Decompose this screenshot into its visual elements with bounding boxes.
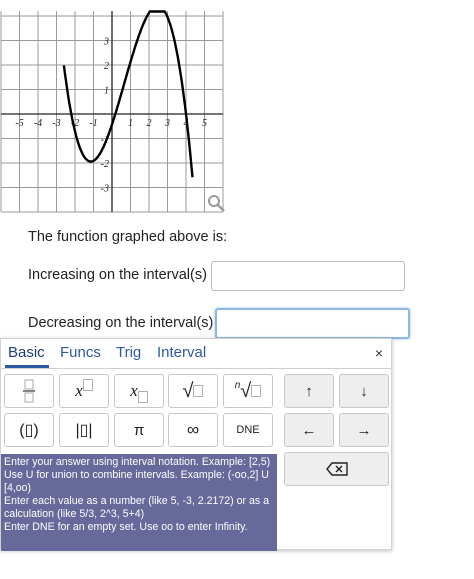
sqrt-placeholder bbox=[193, 385, 204, 397]
function-graph: -5 -4 -3 -2 -1 1 2 3 4 5321-1-2-3 bbox=[0, 10, 225, 213]
x-tick-label: 3 bbox=[164, 118, 170, 129]
y-tick-label: 3 bbox=[103, 37, 109, 48]
graph-axes bbox=[1, 11, 223, 212]
x-tick-label: -3 bbox=[52, 118, 60, 129]
parentheses-key[interactable]: (▯) bbox=[4, 413, 54, 447]
decreasing-label: Decreasing on the interval(s) bbox=[28, 315, 214, 331]
y-tick-label: 2 bbox=[104, 61, 109, 72]
y-tick-label: -3 bbox=[101, 184, 109, 195]
fraction-icon bbox=[23, 379, 35, 403]
tab-funcs[interactable]: Funcs bbox=[60, 344, 101, 361]
x-tick-label: 1 bbox=[128, 118, 133, 129]
power-key[interactable]: x bbox=[59, 374, 109, 408]
keypad-tabs: Basic Funcs Trig Interval × bbox=[1, 339, 391, 369]
x-tick-label: 5 bbox=[202, 118, 207, 129]
sqrt-key[interactable]: √ bbox=[168, 374, 218, 408]
backspace-icon bbox=[325, 462, 348, 476]
function-curve bbox=[62, 10, 194, 178]
backspace-key[interactable] bbox=[284, 452, 389, 486]
input-instructions: Enter your answer using interval notatio… bbox=[1, 454, 277, 551]
up-arrow-icon: ↑ bbox=[305, 382, 313, 400]
decreasing-input[interactable] bbox=[215, 308, 410, 339]
down-arrow-key[interactable]: ↓ bbox=[339, 374, 389, 408]
pi-key[interactable]: π bbox=[114, 413, 164, 447]
subscript-key[interactable]: x bbox=[114, 374, 164, 408]
up-arrow-key[interactable]: ↑ bbox=[284, 374, 334, 408]
y-tick-label: 1 bbox=[104, 86, 109, 97]
close-keypad-button[interactable]: × bbox=[375, 345, 383, 361]
parentheses-icon: (▯) bbox=[19, 422, 39, 439]
tabs-divider bbox=[1, 368, 391, 369]
dne-label: DNE bbox=[236, 424, 260, 436]
magnifier-icon[interactable] bbox=[208, 195, 225, 212]
nth-root-placeholder bbox=[251, 385, 262, 397]
y-tick-label: -2 bbox=[101, 159, 109, 170]
absolute-value-icon: |▯| bbox=[75, 422, 93, 439]
tab-trig[interactable]: Trig bbox=[116, 344, 141, 361]
left-arrow-icon: ← bbox=[301, 421, 317, 439]
tab-interval[interactable]: Interval bbox=[157, 344, 206, 361]
pi-icon: π bbox=[133, 421, 145, 439]
x-tick-label: -4 bbox=[34, 118, 42, 129]
power-base: x bbox=[75, 381, 83, 400]
subscript-base: x bbox=[130, 381, 138, 400]
increasing-label: Increasing on the interval(s) bbox=[28, 267, 207, 283]
sqrt-icon: √ bbox=[182, 379, 194, 402]
absolute-value-key[interactable]: |▯| bbox=[59, 413, 109, 447]
instruction-line: Use U for union to combine intervals. Ex… bbox=[4, 469, 272, 494]
tab-basic[interactable]: Basic bbox=[8, 344, 45, 361]
math-keypad: Basic Funcs Trig Interval × x x √ n √ ↑ ↓… bbox=[0, 338, 392, 551]
x-tick-label: 2 bbox=[147, 118, 152, 129]
nth-root-icon: √ bbox=[240, 379, 252, 402]
exponent-placeholder bbox=[82, 379, 93, 391]
instruction-line: Enter each value as a number (like 5, -3… bbox=[4, 495, 272, 520]
infinity-icon: ∞ bbox=[186, 420, 200, 439]
right-arrow-icon: → bbox=[356, 421, 372, 439]
instruction-line: Enter your answer using interval notatio… bbox=[4, 456, 271, 468]
infinity-key[interactable]: ∞ bbox=[168, 413, 218, 447]
instruction-line: Enter DNE for an empty set. Use oo to en… bbox=[4, 521, 248, 533]
left-arrow-key[interactable]: ← bbox=[284, 413, 334, 447]
subscript-placeholder bbox=[137, 391, 148, 403]
right-arrow-key[interactable]: → bbox=[339, 413, 389, 447]
increasing-input[interactable] bbox=[211, 261, 405, 291]
dne-key[interactable]: DNE bbox=[223, 413, 273, 447]
down-arrow-icon: ↓ bbox=[360, 382, 368, 400]
question-statement: The function graphed above is: bbox=[28, 229, 228, 245]
fraction-key[interactable] bbox=[4, 374, 54, 408]
x-tick-label: -1 bbox=[89, 118, 97, 129]
nth-root-key[interactable]: n √ bbox=[223, 374, 273, 408]
x-tick-label: -5 bbox=[15, 118, 23, 129]
